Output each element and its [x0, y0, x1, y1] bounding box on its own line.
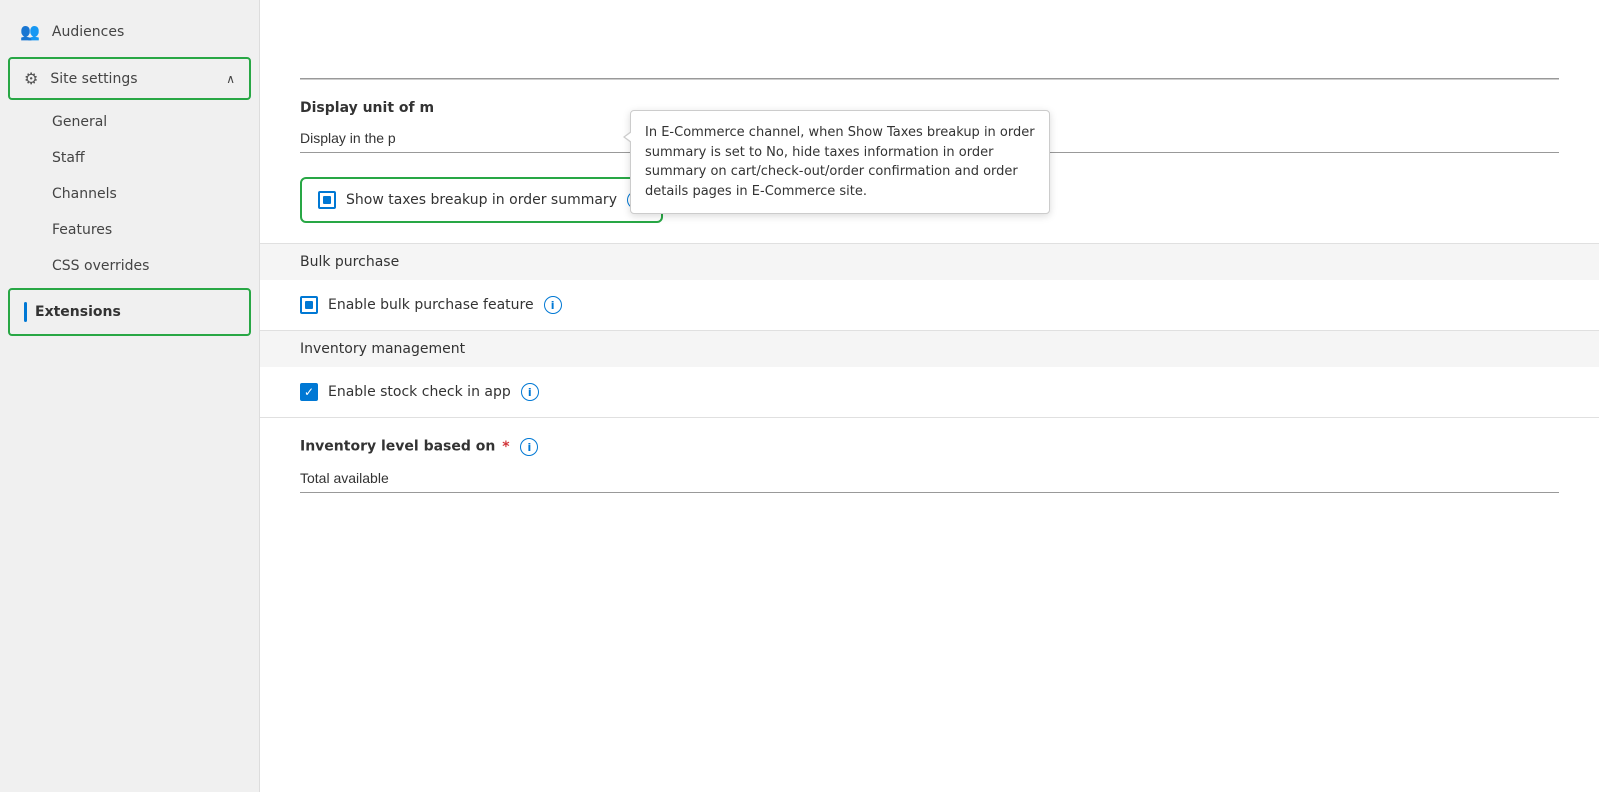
- sidebar-audiences-label: Audiences: [52, 24, 124, 40]
- enable-bulk-label: Enable bulk purchase feature: [328, 297, 534, 313]
- show-taxes-checkbox[interactable]: [318, 191, 336, 209]
- inventory-mgmt-header: Inventory management: [260, 331, 1599, 367]
- checkbox-inner: [323, 196, 331, 204]
- enable-bulk-row[interactable]: Enable bulk purchase feature i: [300, 280, 1559, 330]
- sidebar-item-staff[interactable]: Staff: [0, 140, 259, 176]
- sidebar-item-channels[interactable]: Channels: [0, 176, 259, 212]
- sidebar-sub-items: General Staff Channels Features CSS over…: [0, 104, 259, 284]
- bulk-info-icon[interactable]: i: [544, 296, 562, 314]
- inventory-level-section: Inventory level based on * i: [300, 418, 1559, 509]
- audiences-icon: 👥: [20, 22, 40, 41]
- tooltip-box: In E-Commerce channel, when Show Taxes b…: [630, 110, 1050, 214]
- show-taxes-row[interactable]: Show taxes breakup in order summary i: [300, 177, 663, 223]
- checkmark-icon: ✓: [304, 386, 314, 398]
- main-content: Display unit of m In E-Commerce channel,…: [260, 0, 1599, 792]
- show-taxes-label: Show taxes breakup in order summary: [346, 192, 617, 208]
- gear-icon: ⚙: [24, 69, 38, 88]
- chevron-up-icon: ∧: [226, 72, 235, 86]
- sidebar-item-general[interactable]: General: [0, 104, 259, 140]
- display-unit-section: Display unit of m In E-Commerce channel,…: [300, 80, 1559, 169]
- sidebar-item-site-settings[interactable]: ⚙ Site settings ∧: [8, 57, 251, 100]
- sidebar-extensions-label: Extensions: [35, 304, 121, 320]
- inventory-info-icon[interactable]: i: [520, 438, 538, 456]
- sidebar-item-extensions[interactable]: Extensions: [8, 288, 251, 336]
- sidebar-item-features[interactable]: Features: [0, 212, 259, 248]
- sidebar-item-css-overrides[interactable]: CSS overrides: [0, 248, 259, 284]
- sidebar-site-settings-label: Site settings: [50, 71, 137, 87]
- active-indicator: [24, 302, 27, 322]
- enable-stock-label: Enable stock check in app: [328, 384, 511, 400]
- enable-stock-checkbox[interactable]: ✓: [300, 383, 318, 401]
- top-input-section: [300, 0, 1559, 80]
- inventory-level-input[interactable]: [300, 464, 1559, 493]
- required-star: *: [497, 439, 509, 455]
- enable-bulk-checkbox[interactable]: [300, 296, 318, 314]
- bulk-purchase-header: Bulk purchase: [260, 244, 1599, 280]
- sidebar-item-audiences[interactable]: 👥 Audiences: [0, 10, 259, 53]
- enable-stock-row[interactable]: ✓ Enable stock check in app i: [300, 367, 1559, 417]
- stock-info-icon[interactable]: i: [521, 383, 539, 401]
- checkbox-inner-bulk: [305, 301, 313, 309]
- inventory-level-label: Inventory level based on * i: [300, 438, 1559, 456]
- sidebar: 👥 Audiences ⚙ Site settings ∧ General St…: [0, 0, 260, 792]
- top-border: [300, 78, 1559, 79]
- tooltip-text: In E-Commerce channel, when Show Taxes b…: [645, 125, 1035, 199]
